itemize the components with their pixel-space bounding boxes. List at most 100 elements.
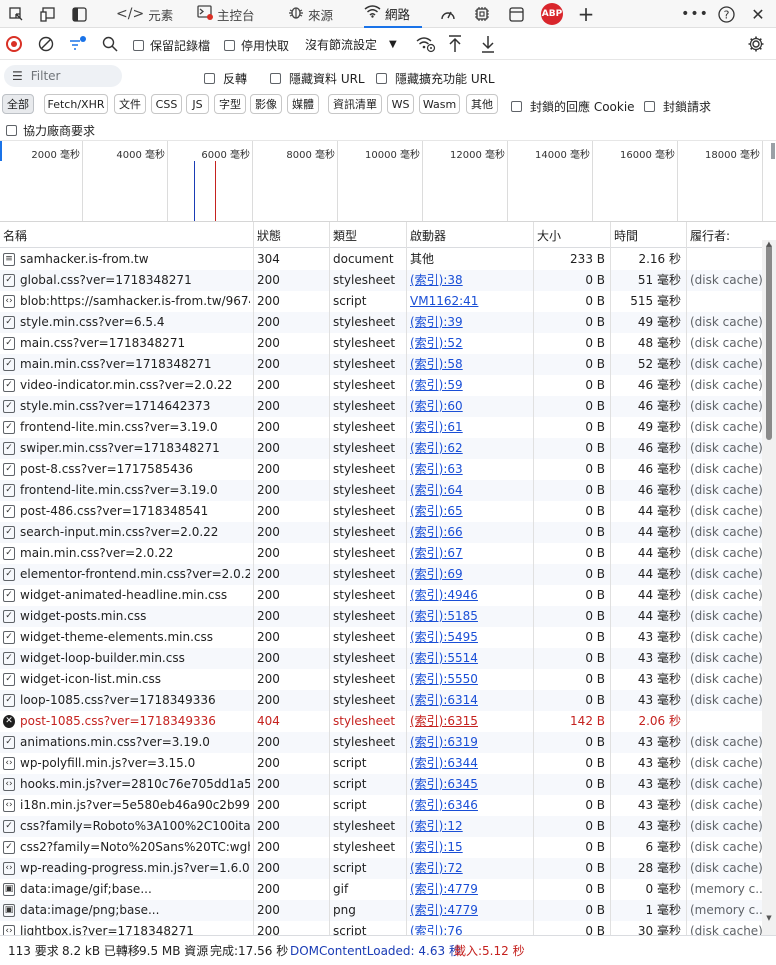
request-row[interactable]: ‹› hooks.min.js?ver=2810c76e705dd1a53b18 2…	[0, 774, 762, 795]
request-row[interactable]: ✓ animations.min.css?ver=3.19.0 200 stylesh…	[0, 732, 762, 753]
request-row[interactable]: ‹› blob:https://samhacker.is-from.tw/9674…	[0, 291, 762, 312]
application-icon[interactable]	[504, 0, 528, 28]
request-initiator[interactable]: (索引):4946	[410, 585, 530, 606]
export-har-icon[interactable]	[480, 34, 496, 54]
blocked-cookies-checkbox[interactable]	[511, 101, 522, 112]
disable-cache-checkbox[interactable]	[224, 40, 235, 51]
request-initiator[interactable]: (索引):69	[410, 564, 530, 585]
device-toolbar-icon[interactable]	[35, 0, 59, 28]
column-type[interactable]: 類型	[330, 222, 406, 248]
throttle-select[interactable]: 沒有節流設定 ▼	[299, 33, 407, 55]
more-icon[interactable]: •••	[681, 0, 708, 28]
request-row[interactable]: ✓ main.min.css?ver=1718348271 200 styleshee…	[0, 354, 762, 375]
invert-option[interactable]: 反轉	[204, 70, 247, 87]
request-initiator[interactable]: (索引):64	[410, 480, 530, 501]
dock-side-icon[interactable]	[67, 0, 91, 28]
request-row[interactable]: ✓ swiper.min.css?ver=1718348271 200 stylesh…	[0, 438, 762, 459]
network-conditions-icon[interactable]	[416, 35, 436, 53]
type-filter-css[interactable]: CSS	[151, 94, 182, 114]
type-filter-ws[interactable]: WS	[387, 94, 414, 114]
request-row[interactable]: ✓ css2?family=Noto%20Sans%20TC:wght@... 20…	[0, 837, 762, 858]
request-initiator[interactable]: (索引):60	[410, 396, 530, 417]
request-initiator[interactable]: (索引):38	[410, 270, 530, 291]
request-initiator[interactable]: (索引):6314	[410, 690, 530, 711]
request-initiator[interactable]: (索引):6319	[410, 732, 530, 753]
type-filter-wasm[interactable]: Wasm	[419, 94, 460, 114]
request-initiator[interactable]: (索引):61	[410, 417, 530, 438]
request-row[interactable]: ≡ samhacker.is-from.tw 304 document 其他 233 B 2…	[0, 249, 762, 270]
filter-toggle-icon[interactable]	[68, 34, 88, 54]
request-row[interactable]: ✓ style.min.css?ver=1714642373 200 styleshe…	[0, 396, 762, 417]
request-initiator[interactable]: (索引):6346	[410, 795, 530, 816]
request-initiator[interactable]: (索引):52	[410, 333, 530, 354]
request-initiator[interactable]: (索引):62	[410, 438, 530, 459]
hide-data-url-checkbox[interactable]	[270, 73, 281, 84]
scroll-up-arrow-icon[interactable]: ▲	[764, 240, 774, 248]
type-filter-media[interactable]: 媒體	[287, 94, 319, 114]
request-row[interactable]: ✓ widget-theme-elements.min.css 200 stylesh…	[0, 627, 762, 648]
request-row[interactable]: ✓ post-486.css?ver=1718348541 200 styleshee…	[0, 501, 762, 522]
request-initiator[interactable]: (索引):6344	[410, 753, 530, 774]
request-row[interactable]: ✓ css?family=Roboto%3A100%2C100italic... 2…	[0, 816, 762, 837]
request-row[interactable]: ✓ widget-loop-builder.min.css 200 styleshee…	[0, 648, 762, 669]
request-row[interactable]: ✓ main.css?ver=1718348271 200 stylesheet (索引…	[0, 333, 762, 354]
clear-icon[interactable]	[38, 36, 54, 52]
plus-icon[interactable]: +	[574, 0, 598, 28]
request-initiator[interactable]: (索引):4779	[410, 900, 530, 921]
tab-network[interactable]: 網路	[364, 0, 422, 28]
close-icon[interactable]: ✕	[746, 0, 770, 28]
column-status[interactable]: 狀態	[254, 222, 330, 248]
request-row[interactable]: ✓ elementor-frontend.min.css?ver=2.0.22 20…	[0, 564, 762, 585]
request-row[interactable]: ✓ widget-posts.min.css 200 stylesheet (索引):5…	[0, 606, 762, 627]
import-har-icon[interactable]	[447, 34, 463, 54]
request-row[interactable]: ✓ video-indicator.min.css?ver=2.0.22 200 st…	[0, 375, 762, 396]
performance-icon[interactable]	[436, 0, 460, 28]
hide-ext-url-checkbox[interactable]	[376, 73, 387, 84]
request-initiator[interactable]: (索引):5550	[410, 669, 530, 690]
request-initiator[interactable]: (索引):5514	[410, 648, 530, 669]
request-row[interactable]: ✕ post-1085.css?ver=1718349336 404 styleshe…	[0, 711, 762, 732]
request-row[interactable]: ✓ main.min.css?ver=2.0.22 200 stylesheet (索引…	[0, 543, 762, 564]
type-filter-manifest[interactable]: 資訊清單	[328, 94, 382, 114]
disable-cache-option[interactable]: 停用快取	[224, 37, 289, 54]
request-row[interactable]: ✓ style.min.css?ver=6.5.4 200 stylesheet (索引…	[0, 312, 762, 333]
column-time[interactable]: 時間	[611, 222, 687, 248]
column-initiator[interactable]: 啟動器	[407, 222, 533, 248]
memory-icon[interactable]	[470, 0, 494, 28]
type-filter-fetch[interactable]: Fetch/XHR	[44, 94, 108, 114]
request-initiator[interactable]: (索引):5185	[410, 606, 530, 627]
adblock-plus-icon[interactable]: ABP	[539, 0, 565, 28]
hide-ext-url-option[interactable]: 隱藏擴充功能 URL	[376, 70, 495, 87]
column-name[interactable]: 名稱	[0, 222, 252, 248]
request-row[interactable]: ‹› wp-reading-progress.min.js?ver=1.6.0 20…	[0, 858, 762, 879]
tab-sources[interactable]: 來源	[288, 0, 333, 28]
request-initiator[interactable]: (索引):39	[410, 312, 530, 333]
request-initiator[interactable]: (索引):5495	[410, 627, 530, 648]
request-row[interactable]: ✓ widget-icon-list.min.css 200 stylesheet (索…	[0, 669, 762, 690]
third-party-checkbox[interactable]	[6, 125, 17, 136]
search-icon[interactable]	[102, 36, 118, 52]
tab-console[interactable]: 主控台	[197, 0, 255, 28]
request-row[interactable]: ✓ widget-animated-headline.min.css 200 styl…	[0, 585, 762, 606]
request-initiator[interactable]: VM1162:41	[410, 291, 530, 312]
request-initiator[interactable]: (索引):58	[410, 354, 530, 375]
request-initiator[interactable]: (索引):15	[410, 837, 530, 858]
column-fulfilled-by[interactable]: 履行者:	[687, 222, 762, 248]
scrollbar-thumb[interactable]	[766, 244, 772, 440]
request-row[interactable]: ‹› i18n.min.js?ver=5e580eb46a90c2b997e6 20…	[0, 795, 762, 816]
type-filter-font[interactable]: 字型	[214, 94, 246, 114]
request-initiator[interactable]: (索引):66	[410, 522, 530, 543]
request-row[interactable]: ‹› wp-polyfill.min.js?ver=3.15.0 200 script…	[0, 753, 762, 774]
tab-elements[interactable]: </> 元素	[116, 0, 173, 28]
request-row[interactable]: ▣ data:image/png;base... 200 png (索引):4779 0 …	[0, 900, 762, 921]
blocked-requests-option[interactable]: 封鎖請求	[644, 98, 711, 115]
request-row[interactable]: ✓ frontend-lite.min.css?ver=3.19.0 200 styl…	[0, 480, 762, 501]
request-initiator[interactable]: (索引):67	[410, 543, 530, 564]
type-filter-all[interactable]: 全部	[2, 94, 34, 114]
request-initiator[interactable]: (索引):72	[410, 858, 530, 879]
preserve-log-option[interactable]: 保留記錄檔	[133, 37, 210, 54]
type-filter-other[interactable]: 其他	[466, 94, 498, 114]
request-initiator[interactable]: (索引):65	[410, 501, 530, 522]
type-filter-img[interactable]: 影像	[250, 94, 282, 114]
scroll-down-arrow-icon[interactable]: ▼	[764, 914, 774, 922]
